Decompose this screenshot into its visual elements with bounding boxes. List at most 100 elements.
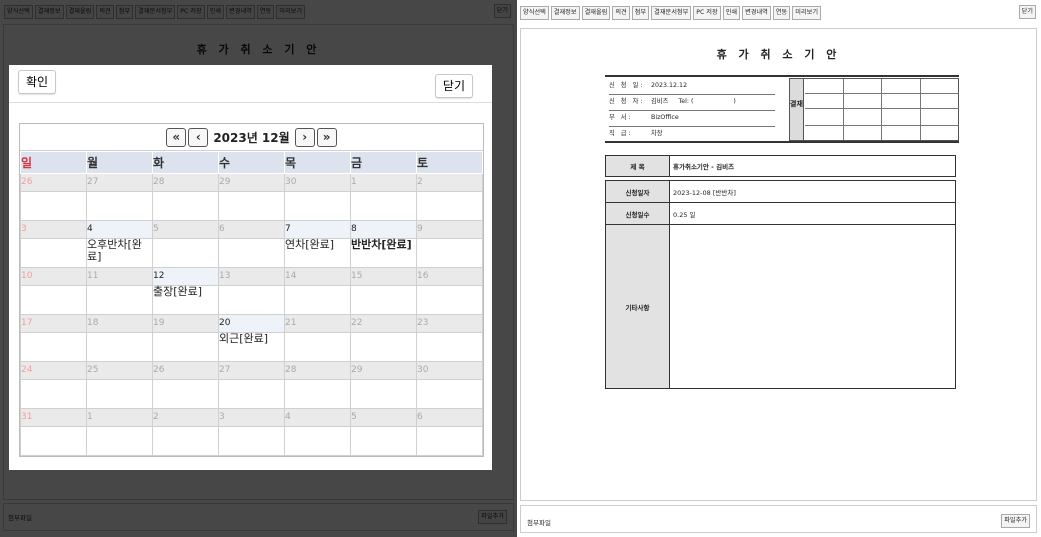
calendar-event-cell[interactable] [416, 332, 483, 362]
calendar-event[interactable]: 반반차[완료] [351, 239, 416, 251]
calendar-event-cell[interactable]: 외근[완료] [218, 332, 285, 362]
calendar-date-cell[interactable]: 25 [86, 361, 153, 380]
calendar-date-cell[interactable]: 14 [284, 267, 351, 286]
calendar-event-cell[interactable] [416, 238, 483, 268]
calendar-event-cell[interactable] [152, 426, 219, 456]
calendar-event-cell[interactable] [86, 379, 153, 409]
select-form-button[interactable]: 양식선택 [520, 6, 549, 20]
calendar-date-cell[interactable]: 22 [350, 314, 417, 333]
calendar-date-cell[interactable]: 30 [416, 361, 483, 380]
calendar-event-cell[interactable] [284, 379, 351, 409]
calendar-date-cell[interactable]: 20 [218, 314, 285, 333]
calendar-event[interactable]: 출장[완료] [153, 286, 218, 298]
calendar-date-cell[interactable]: 17 [20, 314, 87, 333]
select-form-button[interactable]: 양식선택 [4, 5, 33, 19]
calendar-date-cell[interactable]: 12 [152, 267, 219, 286]
left-close-button[interactable]: 닫기 [493, 4, 511, 18]
calendar-event-cell[interactable] [416, 285, 483, 315]
calendar-event-cell[interactable] [152, 191, 219, 221]
calendar-date-cell[interactable]: 2 [152, 408, 219, 427]
next-month-icon[interactable]: › [294, 127, 315, 147]
calendar-date-cell[interactable]: 4 [86, 220, 153, 239]
link-button[interactable]: 연동 [772, 6, 791, 20]
calendar-date-cell[interactable]: 28 [152, 173, 219, 192]
calendar-date-cell[interactable]: 28 [284, 361, 351, 380]
calendar-date-cell[interactable]: 4 [284, 408, 351, 427]
calendar-event-cell[interactable] [284, 191, 351, 221]
calendar-event-cell[interactable] [416, 379, 483, 409]
calendar-date-cell[interactable]: 3 [20, 220, 87, 239]
preview-button[interactable]: 미리보기 [792, 6, 822, 20]
approval-info-button[interactable]: 결재정보 [550, 6, 580, 20]
opinion-button[interactable]: 의견 [96, 5, 114, 19]
calendar-event-cell[interactable] [350, 191, 417, 221]
calendar-event-cell[interactable] [284, 332, 351, 362]
pc-save-button[interactable]: PC 저장 [693, 6, 721, 20]
calendar-event-cell[interactable] [20, 191, 87, 221]
attach-button[interactable]: 첨부 [631, 6, 650, 20]
calendar-event[interactable]: 외근[완료] [219, 333, 284, 345]
calendar-date-cell[interactable]: 11 [86, 267, 153, 286]
calendar-event-cell[interactable] [20, 285, 87, 315]
calendar-date-cell[interactable]: 15 [350, 267, 417, 286]
calendar-date-cell[interactable]: 30 [284, 173, 351, 192]
calendar-date-cell[interactable]: 16 [416, 267, 483, 286]
prev-year-icon[interactable]: « [166, 127, 187, 147]
calendar-date-cell[interactable]: 7 [284, 220, 351, 239]
calendar-event-cell[interactable] [86, 191, 153, 221]
calendar-event-cell[interactable] [20, 379, 87, 409]
calendar-event[interactable]: 오후반차[완료] [87, 239, 152, 263]
calendar-date-cell[interactable]: 27 [86, 173, 153, 192]
calendar-date-cell[interactable]: 26 [20, 173, 87, 192]
calendar-date-cell[interactable]: 9 [416, 220, 483, 239]
calendar-date-cell[interactable]: 21 [284, 314, 351, 333]
calendar-event-cell[interactable]: 반반차[완료] [350, 238, 417, 268]
calendar-event-cell[interactable]: 출장[완료] [152, 285, 219, 315]
submit-approval-button[interactable]: 결재올림 [581, 6, 611, 20]
right-close-button[interactable]: 닫기 [1018, 5, 1036, 19]
opinion-button[interactable]: 의견 [612, 6, 630, 20]
calendar-date-cell[interactable]: 24 [20, 361, 87, 380]
calendar-event-cell[interactable] [218, 191, 285, 221]
calendar-event-cell[interactable] [350, 285, 417, 315]
calendar-event-cell[interactable] [218, 379, 285, 409]
attach-button[interactable]: 첨부 [115, 5, 134, 19]
print-button[interactable]: 인쇄 [206, 5, 225, 19]
approval-info-button[interactable]: 결재정보 [34, 5, 64, 19]
calendar-date-cell[interactable]: 6 [218, 220, 285, 239]
attach-approval-doc-button[interactable]: 결재문서첨부 [135, 5, 176, 19]
modal-close-button[interactable]: 닫기 [434, 74, 473, 98]
print-button[interactable]: 인쇄 [722, 6, 741, 20]
calendar-event-cell[interactable] [86, 426, 153, 456]
calendar-date-cell[interactable]: 31 [20, 408, 87, 427]
calendar-date-cell[interactable]: 29 [218, 173, 285, 192]
calendar-event-cell[interactable] [152, 238, 219, 268]
left-add-file-button[interactable]: 파일추가 [478, 510, 507, 524]
calendar-event-cell[interactable] [152, 332, 219, 362]
calendar-event-cell[interactable] [284, 285, 351, 315]
calendar-event-cell[interactable] [20, 332, 87, 362]
calendar-date-cell[interactable]: 10 [20, 267, 87, 286]
change-history-button[interactable]: 변경내역 [742, 6, 771, 20]
next-year-icon[interactable]: » [316, 127, 337, 147]
calendar-date-cell[interactable]: 5 [152, 220, 219, 239]
calendar-date-cell[interactable]: 27 [218, 361, 285, 380]
calendar-date-cell[interactable]: 1 [350, 173, 417, 192]
calendar-event-cell[interactable] [86, 332, 153, 362]
attach-approval-doc-button[interactable]: 결재문서첨부 [651, 6, 692, 20]
calendar-date-cell[interactable]: 23 [416, 314, 483, 333]
calendar-date-cell[interactable]: 2 [416, 173, 483, 192]
apply-day-value[interactable]: 2023-12-08 [반반차] [669, 180, 956, 203]
calendar-event-cell[interactable] [152, 379, 219, 409]
calendar-date-cell[interactable]: 1 [86, 408, 153, 427]
subject-value[interactable]: 휴가취소기안 - 김비즈 [669, 155, 956, 177]
calendar-event[interactable]: 연차[완료] [285, 239, 350, 251]
calendar-date-cell[interactable]: 29 [350, 361, 417, 380]
prev-month-icon[interactable]: ‹ [188, 127, 209, 147]
submit-approval-button[interactable]: 결재올림 [65, 5, 95, 19]
calendar-date-cell[interactable]: 18 [86, 314, 153, 333]
calendar-event-cell[interactable] [218, 285, 285, 315]
calendar-event-cell[interactable] [284, 426, 351, 456]
calendar-date-cell[interactable]: 26 [152, 361, 219, 380]
calendar-event-cell[interactable]: 오후반차[완료] [86, 238, 153, 268]
